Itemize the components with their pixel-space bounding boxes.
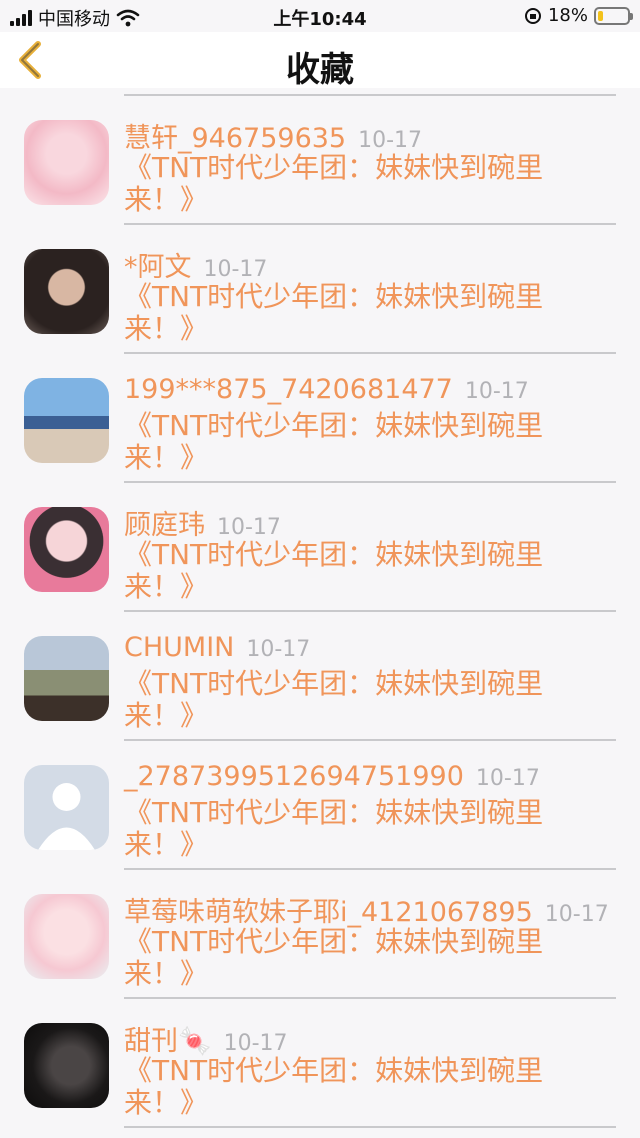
avatar[interactable] — [24, 1023, 109, 1108]
item-content[interactable]: 《TNT时代少年团：妹妹快到碗里来！》 — [124, 668, 594, 732]
item-content[interactable]: 《TNT时代少年团：妹妹快到碗里来！》 — [124, 410, 594, 474]
name-row: 顾庭玮 10-17 — [124, 503, 640, 542]
battery-percent: 18% — [547, 5, 588, 26]
user-name[interactable]: 顾庭玮 — [124, 510, 205, 541]
item-content[interactable]: 《TNT时代少年团：妹妹快到碗里来！》 — [124, 926, 594, 990]
page-title: 收藏 — [286, 50, 354, 90]
user-name[interactable]: 甜刊🍬 — [124, 1026, 212, 1057]
list-item[interactable]: 慧轩_946759635 10-17 《TNT时代少年团：妹妹快到碗里来！》 — [0, 96, 640, 225]
item-content[interactable]: 《TNT时代少年团：妹妹快到碗里来！》 — [124, 281, 594, 345]
list-item[interactable]: 草莓味萌软妹子耶i_4121067895 10-17 《TNT时代少年团：妹妹快到碗… — [0, 870, 640, 999]
list-item[interactable]: 顾庭玮 10-17 《TNT时代少年团：妹妹快到碗里来！》 — [0, 483, 640, 612]
name-row: CHUMIN 10-17 — [124, 632, 640, 663]
name-row: *阿文 10-17 — [124, 245, 640, 284]
item-date: 10-17 — [358, 128, 423, 153]
avatar[interactable] — [24, 894, 109, 979]
previous-item-tail — [124, 88, 616, 96]
item-content[interactable]: 《TNT时代少年团：妹妹快到碗里来！》 — [124, 539, 594, 603]
item-content[interactable]: 《TNT时代少年团：妹妹快到碗里来！》 — [124, 1055, 594, 1119]
user-name[interactable]: 慧轩_946759635 — [124, 123, 346, 154]
item-date: 10-17 — [464, 379, 529, 404]
list-item[interactable]: *阿文 10-17 《TNT时代少年团：妹妹快到碗里来！》 — [0, 225, 640, 354]
name-row: 199***875_7420681477 10-17 — [124, 374, 640, 405]
list-item[interactable]: 199***875_7420681477 10-17 《TNT时代少年团：妹妹快到碗… — [0, 354, 640, 483]
user-name[interactable]: CHUMIN — [124, 632, 234, 663]
list-item[interactable]: 甜刊🍬 10-17 《TNT时代少年团：妹妹快到碗里来！》 — [0, 999, 640, 1128]
nav-bar: 收藏 — [0, 32, 640, 90]
name-row: 草莓味萌软妹子耶i_4121067895 10-17 — [124, 890, 640, 929]
name-row: 慧轩_946759635 10-17 — [124, 116, 640, 155]
item-date: 10-17 — [217, 515, 281, 540]
item-date: 10-17 — [246, 637, 311, 662]
item-date: 10-17 — [475, 766, 540, 791]
default-avatar-icon — [38, 783, 95, 850]
orientation-lock-icon — [524, 7, 541, 24]
item-date: 10-17 — [544, 902, 609, 927]
avatar[interactable] — [24, 765, 109, 850]
avatar[interactable] — [24, 249, 109, 334]
status-bar: 中国移动 上午10:44 18% — [0, 0, 640, 32]
user-name[interactable]: *阿文 — [124, 252, 192, 283]
avatar[interactable] — [24, 507, 109, 592]
divider — [124, 1126, 616, 1128]
item-date: 10-17 — [223, 1031, 288, 1056]
avatar[interactable] — [24, 120, 109, 205]
avatar[interactable] — [24, 378, 109, 463]
list-item[interactable]: _2787399512694751990 10-17 《TNT时代少年团：妹妹快到碗… — [0, 741, 640, 870]
user-name[interactable]: _2787399512694751990 — [124, 761, 464, 792]
user-name[interactable]: 草莓味萌软妹子耶i_4121067895 — [124, 897, 533, 928]
item-content[interactable]: 《TNT时代少年团：妹妹快到碗里来！》 — [124, 797, 594, 861]
item-content[interactable]: 《TNT时代少年团：妹妹快到碗里来！》 — [124, 152, 594, 216]
item-date: 10-17 — [203, 257, 268, 282]
status-right: 18% — [524, 5, 633, 26]
battery-icon — [594, 6, 633, 25]
battery-fill — [598, 10, 604, 21]
list-item[interactable]: CHUMIN 10-17 《TNT时代少年团：妹妹快到碗里来！》 — [0, 612, 640, 741]
avatar[interactable] — [24, 636, 109, 721]
user-name[interactable]: 199***875_7420681477 — [124, 374, 453, 405]
name-row: _2787399512694751990 10-17 — [124, 761, 640, 792]
name-row: 甜刊🍬 10-17 — [124, 1019, 640, 1058]
favorites-list: 慧轩_946759635 10-17 《TNT时代少年团：妹妹快到碗里来！》 *阿文 1… — [0, 88, 640, 1138]
